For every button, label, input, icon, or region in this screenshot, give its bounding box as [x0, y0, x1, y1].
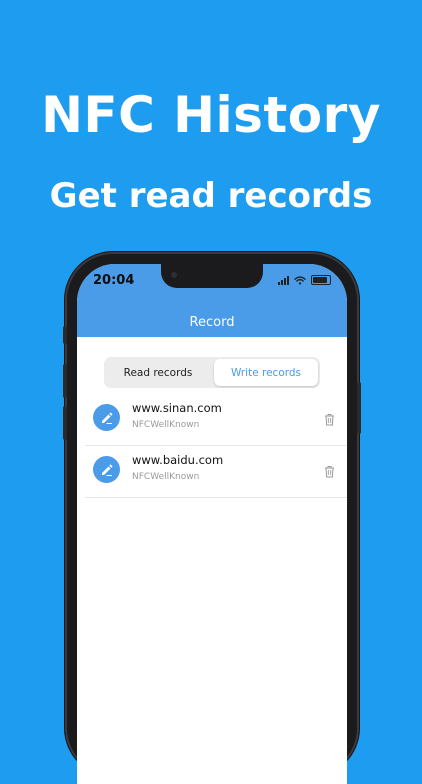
side-button-volume-down — [63, 406, 67, 440]
list-item[interactable]: www.sinan.com NFCWellKnown — [85, 394, 347, 446]
list-item[interactable]: www.baidu.com NFCWellKnown — [85, 446, 347, 498]
phone-screen: 20:04 Record Read records Write records — [77, 264, 347, 784]
edit-icon — [93, 456, 120, 483]
nav-title: Record — [189, 315, 235, 330]
record-type: NFCWellKnown — [132, 420, 200, 430]
status-time: 20:04 — [93, 273, 135, 288]
tab-write-records[interactable]: Write records — [214, 359, 318, 386]
record-url: www.sinan.com — [132, 401, 222, 415]
promo-subtitle: Get read records — [49, 176, 373, 216]
side-button-volume-up — [63, 364, 67, 398]
phone-frame: 20:04 Record Read records Write records — [63, 254, 361, 784]
side-button-action — [63, 326, 67, 344]
battery-icon — [311, 275, 331, 285]
record-type: NFCWellKnown — [132, 472, 200, 482]
tab-read-records[interactable]: Read records — [106, 359, 210, 386]
status-icons — [278, 275, 331, 285]
record-url: www.baidu.com — [132, 453, 224, 467]
signal-icon — [278, 275, 289, 285]
edit-icon — [93, 404, 120, 431]
camera-icon — [171, 272, 177, 278]
side-button-power — [357, 382, 361, 434]
notch — [161, 264, 263, 288]
trash-icon[interactable] — [324, 411, 335, 430]
record-type-segmented-control: Read records Write records — [104, 357, 320, 388]
record-list: www.sinan.com NFCWellKnown www.baidu.com… — [77, 394, 347, 498]
promo-title: NFC History — [41, 86, 381, 144]
navigation-bar: 20:04 Record — [77, 264, 347, 337]
trash-icon[interactable] — [324, 463, 335, 482]
wifi-icon — [294, 275, 306, 285]
